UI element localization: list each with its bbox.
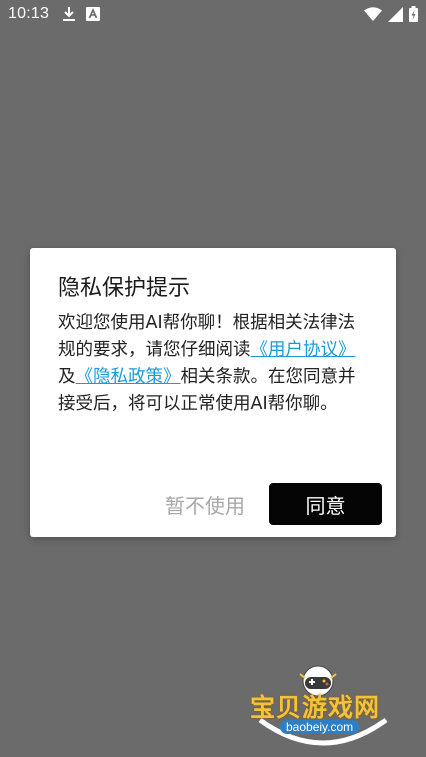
status-right-icons [364,6,418,22]
download-icon [62,6,76,22]
watermark-domain: baobeiy.com [280,720,360,734]
status-left-icons [62,6,100,22]
watermark: 宝贝游戏网 baobeiy.com [250,660,400,752]
privacy-dialog: 隐私保护提示 欢迎您使用AI帮你聊！根据相关法律法规的要求，请您仔细阅读《用户协… [30,248,396,537]
battery-icon [409,6,418,22]
screen: 10:13 隐私保护提示 欢迎您使用AI帮你聊！根据相关法律法规的要求，请您仔细… [0,0,426,757]
a-badge-icon [86,7,100,21]
body-text-part2: 及 [58,367,76,387]
status-time: 10:13 [8,5,50,22]
watermark-text: 宝贝游戏网 [250,693,381,722]
dialog-body: 欢迎您使用AI帮你聊！根据相关法律法规的要求，请您仔细阅读《用户协议》及《隐私政… [58,310,368,418]
dialog-title: 隐私保护提示 [58,276,191,301]
decline-button[interactable]: 暂不使用 [150,484,260,524]
signal-icon [388,6,403,22]
wifi-icon [364,6,382,22]
privacy-policy-link[interactable]: 《隐私政策》 [76,367,181,387]
status-bar: 10:13 [0,0,426,30]
user-agreement-link[interactable]: 《用户协议》 [251,340,356,360]
agree-button[interactable]: 同意 [269,483,382,525]
